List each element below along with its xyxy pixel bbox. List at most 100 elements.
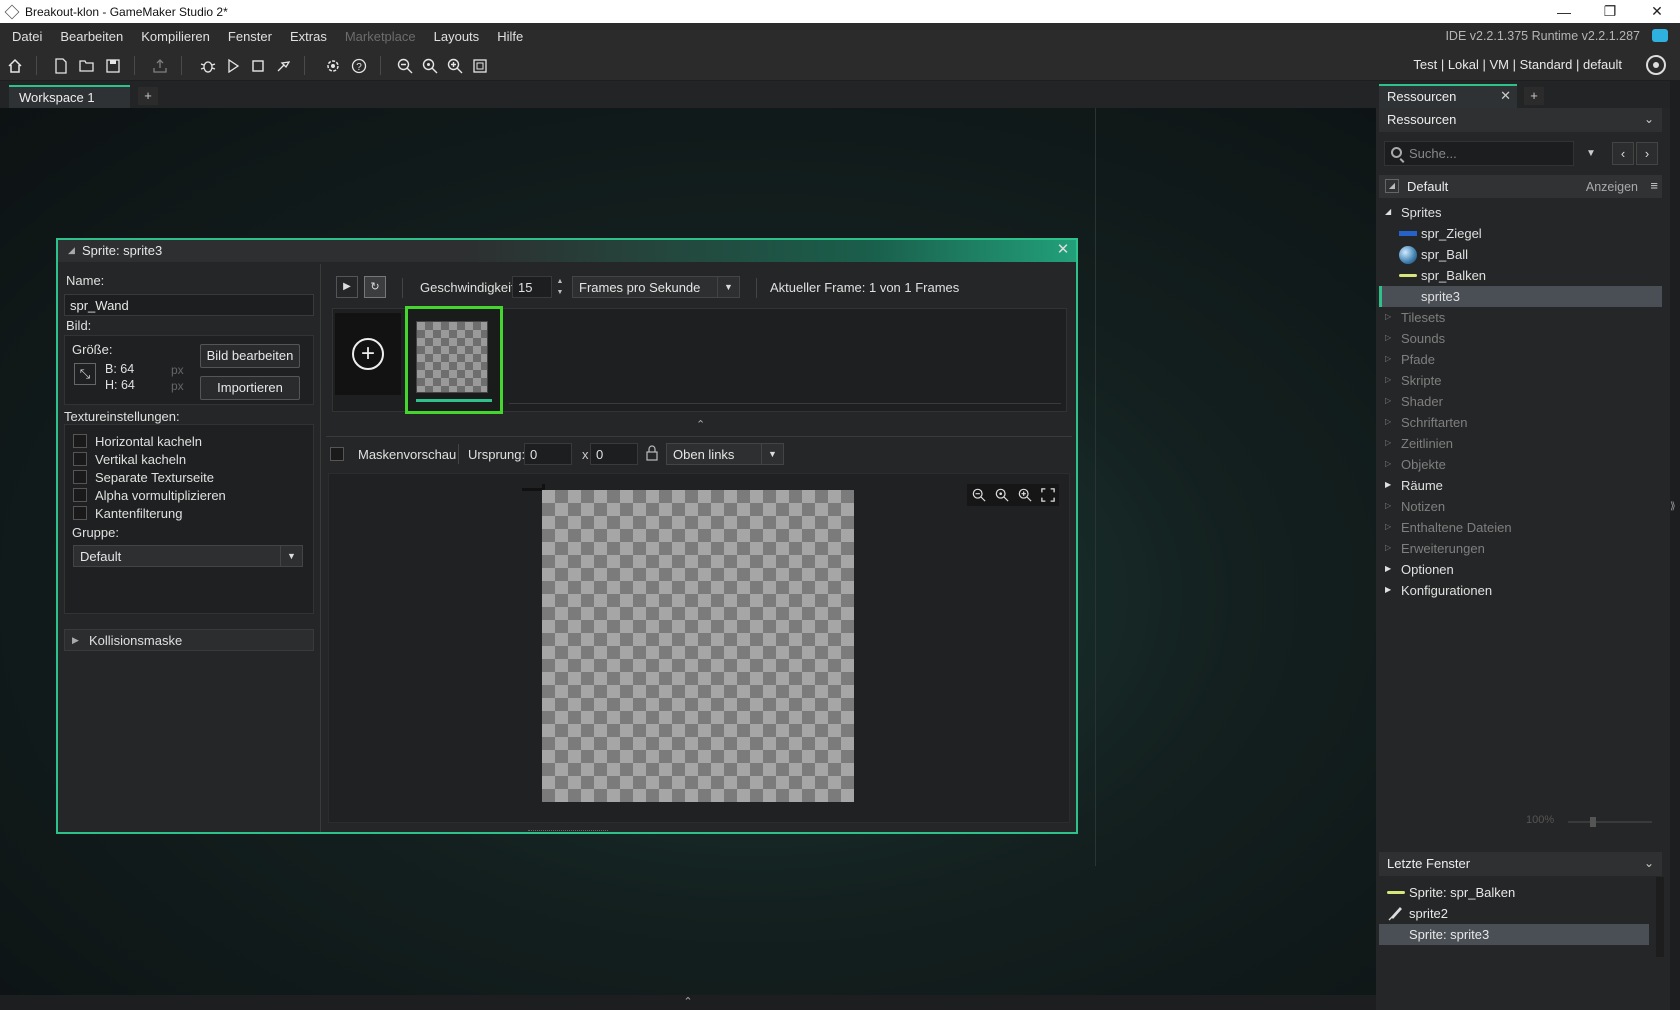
menu-bearbeiten[interactable]: Bearbeiten bbox=[51, 29, 132, 44]
loop-animation-button[interactable]: ↻ bbox=[364, 276, 386, 298]
tab-workspace-1[interactable]: Workspace 1 bbox=[9, 85, 130, 108]
tab-resources[interactable]: Ressourcen ✕ bbox=[1379, 84, 1517, 108]
menu-extras[interactable]: Extras bbox=[281, 29, 336, 44]
collapse-frames-icon[interactable]: ⌃ bbox=[696, 418, 705, 431]
minimize-button[interactable]: — bbox=[1541, 0, 1587, 23]
resize-icon[interactable]: ⤡ bbox=[74, 363, 96, 385]
folder-objects[interactable]: ▷ Objekte bbox=[1379, 454, 1662, 475]
collapse-icon[interactable]: ◢ bbox=[68, 245, 75, 256]
run-icon[interactable] bbox=[222, 55, 243, 76]
zoom-out-icon[interactable] bbox=[967, 484, 990, 506]
folder-extensions[interactable]: ▷ Erweiterungen bbox=[1379, 538, 1662, 559]
tree-item-spr-ziegel[interactable]: spr_Ziegel bbox=[1379, 223, 1662, 244]
folder-scripts[interactable]: ▷ Skripte bbox=[1379, 370, 1662, 391]
speed-spinner[interactable]: ▲ ▼ bbox=[554, 276, 566, 298]
tree-item-spr-balken[interactable]: spr_Balken bbox=[1379, 265, 1662, 286]
menu-kompilieren[interactable]: Kompilieren bbox=[132, 29, 219, 44]
play-animation-button[interactable]: ▶ bbox=[336, 276, 358, 298]
sprite-canvas-area[interactable] bbox=[328, 473, 1070, 823]
home-icon[interactable] bbox=[4, 55, 25, 76]
checkbox-horizontal-tile[interactable]: Horizontal kacheln bbox=[73, 433, 202, 449]
folder-rooms[interactable]: ▶ Räume bbox=[1379, 475, 1662, 496]
help-icon[interactable]: ? bbox=[348, 55, 369, 76]
menu-fenster[interactable]: Fenster bbox=[219, 29, 281, 44]
zoom-in-icon[interactable] bbox=[1013, 484, 1036, 506]
tree-item-sprite3[interactable]: sprite3 bbox=[1379, 286, 1662, 307]
resource-zoom-slider[interactable]: 100% bbox=[1526, 814, 1666, 828]
recent-scrollbar[interactable] bbox=[1656, 877, 1664, 957]
folder-sounds[interactable]: ▷ Sounds bbox=[1379, 328, 1662, 349]
zoom-reset-icon[interactable] bbox=[990, 484, 1013, 506]
speed-input[interactable]: 15 bbox=[512, 276, 552, 298]
origin-x-input[interactable]: 0 bbox=[524, 443, 572, 465]
add-frame-button[interactable]: + bbox=[335, 313, 401, 395]
clean-icon[interactable] bbox=[272, 55, 293, 76]
group-dropdown[interactable]: Default ▼ bbox=[73, 545, 303, 567]
sprite-editor-titlebar[interactable]: ◢ Sprite: sprite3 bbox=[58, 240, 1076, 262]
folder-options[interactable]: ▶ Optionen bbox=[1379, 559, 1662, 580]
zoom-reset-icon[interactable] bbox=[419, 55, 440, 76]
add-panel-button[interactable]: + bbox=[1524, 87, 1544, 105]
resources-header[interactable]: Ressourcen ⌄ bbox=[1379, 108, 1662, 132]
resize-grip[interactable] bbox=[528, 830, 608, 834]
checkbox-edge-filtering[interactable]: Kantenfilterung bbox=[73, 505, 182, 521]
add-workspace-button[interactable]: + bbox=[138, 87, 158, 105]
folder-configurations[interactable]: ▶ Konfigurationen bbox=[1379, 580, 1662, 601]
sprite-canvas[interactable] bbox=[542, 490, 854, 802]
zoom-out-icon[interactable] bbox=[394, 55, 415, 76]
restore-button[interactable]: ❐ bbox=[1587, 0, 1633, 23]
collapse-side-panel-icon[interactable]: ⟫ bbox=[1670, 81, 1680, 1010]
sprite-name-input[interactable]: spr_Wand bbox=[64, 294, 314, 316]
checkbox-mask-preview[interactable] bbox=[330, 446, 352, 462]
save-icon[interactable] bbox=[102, 55, 123, 76]
debug-icon[interactable] bbox=[197, 55, 218, 76]
target-settings-icon[interactable] bbox=[1646, 55, 1666, 75]
origin-y-input[interactable]: 0 bbox=[590, 443, 638, 465]
tree-item-spr-ball[interactable]: spr_Ball bbox=[1379, 244, 1662, 265]
resource-group-row[interactable]: ◢ Default Anzeigen ≡ bbox=[1379, 175, 1662, 198]
folder-shaders[interactable]: ▷ Shader bbox=[1379, 391, 1662, 412]
recent-windows-header[interactable]: Letzte Fenster ⌄ bbox=[1379, 852, 1662, 876]
recent-item-sprite2[interactable]: sprite2 bbox=[1379, 903, 1649, 924]
menu-datei[interactable]: Datei bbox=[3, 29, 51, 44]
menu-icon[interactable]: ≡ bbox=[1650, 178, 1658, 193]
folder-notes[interactable]: ▷ Notizen bbox=[1379, 496, 1662, 517]
open-project-icon[interactable] bbox=[76, 55, 97, 76]
recent-item-sprite3[interactable]: Sprite: sprite3 bbox=[1379, 924, 1649, 945]
menu-hilfe[interactable]: Hilfe bbox=[488, 29, 532, 44]
folder-tilesets[interactable]: ▷ Tilesets bbox=[1379, 307, 1662, 328]
import-button[interactable]: Importieren bbox=[200, 376, 300, 400]
recent-item-spr-balken[interactable]: Sprite: spr_Balken bbox=[1379, 882, 1649, 903]
target-selector[interactable]: Test | Lokal | VM | Standard | default bbox=[1413, 57, 1622, 72]
filter-dropdown-icon[interactable]: ▼ bbox=[1580, 143, 1602, 165]
chat-icon[interactable] bbox=[1652, 29, 1668, 42]
close-icon[interactable]: ✕ bbox=[1500, 88, 1511, 104]
fullscreen-icon[interactable] bbox=[469, 55, 490, 76]
nav-forward-button[interactable]: › bbox=[1636, 142, 1658, 165]
stop-icon[interactable] bbox=[247, 55, 268, 76]
checkbox-premultiply-alpha[interactable]: Alpha vormultiplizieren bbox=[73, 487, 226, 503]
checkbox-vertical-tile[interactable]: Vertikal kacheln bbox=[73, 451, 186, 467]
frame-thumbnail[interactable] bbox=[405, 306, 503, 414]
fit-to-view-icon[interactable] bbox=[1036, 484, 1059, 506]
game-options-icon[interactable] bbox=[322, 55, 343, 76]
folder-fonts[interactable]: ▷ Schriftarten bbox=[1379, 412, 1662, 433]
folder-included-files[interactable]: ▷ Enthaltene Dateien bbox=[1379, 517, 1662, 538]
sprite-editor-close-button[interactable]: ✕ bbox=[1054, 240, 1072, 260]
zoom-in-icon[interactable] bbox=[444, 55, 465, 76]
lock-icon[interactable] bbox=[646, 445, 658, 461]
edit-image-button[interactable]: Bild bearbeiten bbox=[200, 344, 300, 368]
zoom-slider-handle[interactable] bbox=[1590, 817, 1596, 827]
collision-mask-section[interactable]: ▶ Kollisionsmaske bbox=[64, 629, 314, 651]
checkbox-separate-texture-page[interactable]: Separate Texturseite bbox=[73, 469, 214, 485]
speed-unit-dropdown[interactable]: Frames pro Sekunde ▼ bbox=[572, 276, 740, 298]
bottom-collapse-bar[interactable]: ⌃ bbox=[0, 995, 1376, 1010]
origin-preset-dropdown[interactable]: Oben links ▼ bbox=[666, 443, 784, 465]
collapse-group-icon[interactable]: ◢ bbox=[1385, 179, 1399, 193]
close-window-button[interactable]: ✕ bbox=[1634, 0, 1680, 23]
folder-timelines[interactable]: ▷ Zeitlinien bbox=[1379, 433, 1662, 454]
nav-back-button[interactable]: ‹ bbox=[1612, 142, 1634, 165]
folder-sprites[interactable]: ◢ Sprites bbox=[1379, 202, 1662, 223]
show-button[interactable]: Anzeigen bbox=[1586, 180, 1638, 194]
resource-search-input[interactable]: Suche... bbox=[1384, 141, 1574, 166]
